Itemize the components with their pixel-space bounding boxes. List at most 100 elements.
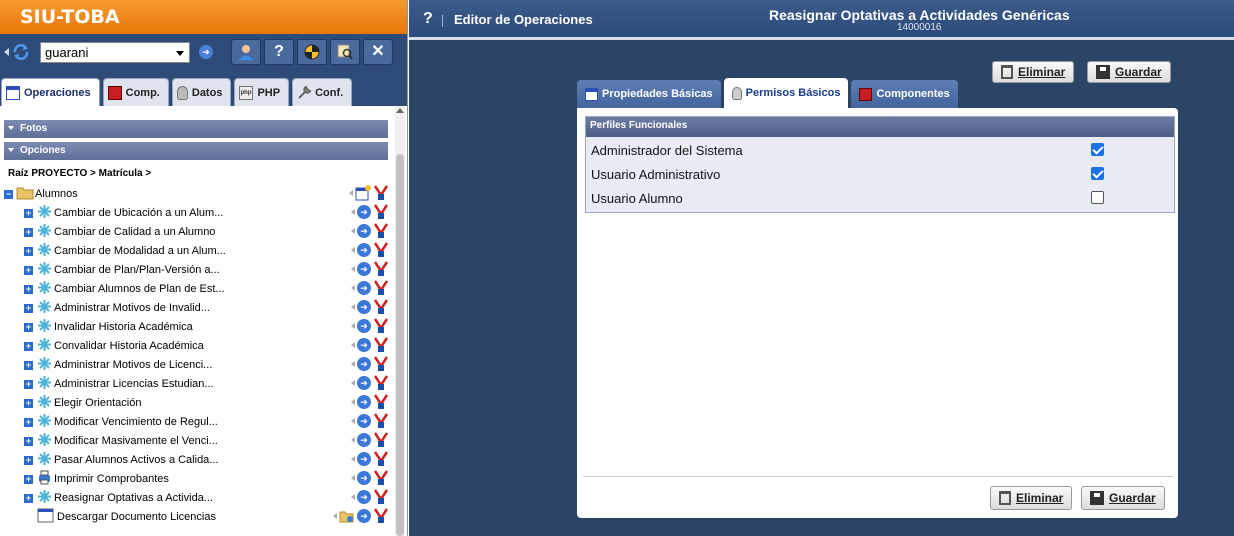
tree-item-row[interactable]: + Cambiar de Calidad a un Alumno ➜	[0, 222, 392, 241]
go-icon[interactable]: ➜	[357, 376, 371, 390]
expand-icon[interactable]: +	[24, 266, 33, 275]
go-icon[interactable]: ➜	[357, 338, 371, 352]
close-button[interactable]: ✕	[363, 39, 393, 65]
go-icon[interactable]: ➜	[357, 281, 371, 295]
move-left-icon[interactable]	[351, 494, 355, 500]
go-icon[interactable]: ➜	[357, 490, 371, 504]
go-icon[interactable]: ➜	[357, 205, 371, 219]
move-left-icon[interactable]	[351, 475, 355, 481]
go-icon[interactable]: ➜	[357, 262, 371, 276]
expand-icon[interactable]: +	[24, 323, 33, 332]
edit-icon[interactable]	[373, 337, 389, 353]
folder-open-icon[interactable]	[339, 508, 355, 524]
move-left-icon[interactable]	[351, 247, 355, 253]
go-icon[interactable]: ➜	[357, 243, 371, 257]
go-icon[interactable]: ➜	[357, 357, 371, 371]
edit-icon[interactable]	[373, 470, 389, 486]
go-icon[interactable]: ➜	[357, 509, 371, 523]
inspect-button[interactable]	[330, 39, 360, 65]
tree-item-row[interactable]: + Pasar Alumnos Activos a Calida... ➜	[0, 450, 392, 469]
move-left-icon[interactable]	[349, 190, 353, 196]
tree-item-row[interactable]: + Administrar Motivos de Licenci... ➜	[0, 355, 392, 374]
expand-icon[interactable]: +	[24, 285, 33, 294]
move-left-icon[interactable]	[351, 209, 355, 215]
expand-icon[interactable]: +	[24, 228, 33, 237]
edit-icon[interactable]	[373, 299, 389, 315]
edit-icon[interactable]	[373, 375, 389, 391]
edit-icon[interactable]	[373, 242, 389, 258]
collapse-arrow-icon[interactable]	[4, 48, 9, 56]
edit-icon[interactable]	[373, 356, 389, 372]
move-left-icon[interactable]	[351, 228, 355, 234]
vertical-scrollbar[interactable]	[395, 106, 405, 536]
new-item-icon[interactable]	[355, 185, 371, 201]
move-left-icon[interactable]	[351, 361, 355, 367]
go-icon[interactable]: ➜	[199, 45, 213, 59]
edit-icon[interactable]	[373, 261, 389, 277]
expand-icon[interactable]: +	[24, 456, 33, 465]
tree-item-row[interactable]: Descargar Documento Licencias ➜	[0, 507, 392, 526]
edit-icon[interactable]	[373, 223, 389, 239]
move-left-icon[interactable]	[351, 437, 355, 443]
edit-icon[interactable]	[373, 451, 389, 467]
help-icon[interactable]: ?	[423, 10, 433, 28]
edit-icon[interactable]	[373, 204, 389, 220]
tab-componentes[interactable]: Componentes	[851, 80, 958, 108]
tab-datos[interactable]: Datos	[171, 78, 232, 106]
scroll-up-icon[interactable]	[396, 108, 404, 113]
go-icon[interactable]: ➜	[357, 300, 371, 314]
expand-icon[interactable]: +	[24, 418, 33, 427]
go-icon[interactable]: ➜	[357, 471, 371, 485]
collapse-icon[interactable]: −	[4, 190, 13, 199]
section-fotos[interactable]: Fotos	[4, 120, 388, 138]
expand-icon[interactable]: +	[24, 494, 33, 503]
edit-icon[interactable]	[373, 280, 389, 296]
tab-conf[interactable]: Conf.	[292, 78, 353, 106]
delete-button-top[interactable]: Eliminar	[992, 61, 1075, 83]
tree-item-row[interactable]: + Cambiar de Modalidad a un Alum... ➜	[0, 241, 392, 260]
save-button-bottom[interactable]: Guardar	[1081, 486, 1165, 510]
go-icon[interactable]: ➜	[357, 452, 371, 466]
expand-icon[interactable]: +	[24, 342, 33, 351]
tab-permisos-basicos[interactable]: Permisos Básicos	[723, 78, 849, 108]
target-button[interactable]	[297, 39, 327, 65]
tree-item-row[interactable]: + Modificar Masivamente el Venci... ➜	[0, 431, 392, 450]
move-left-icon[interactable]	[351, 380, 355, 386]
expand-icon[interactable]: +	[24, 247, 33, 256]
tree-item-row[interactable]: + Reasignar Optativas a Activida... ➜	[0, 488, 392, 507]
move-left-icon[interactable]	[351, 399, 355, 405]
tree-item-row[interactable]: + Administrar Licencias Estudian... ➜	[0, 374, 392, 393]
tree-item-row[interactable]: + Cambiar Alumnos de Plan de Est... ➜	[0, 279, 392, 298]
profile-checkbox[interactable]	[1091, 191, 1104, 204]
tree-item-row[interactable]: + Invalidar Historia Académica ➜	[0, 317, 392, 336]
delete-button-bottom[interactable]: Eliminar	[990, 486, 1073, 510]
project-select[interactable]: guarani	[40, 42, 190, 63]
tree-item-row[interactable]: + Convalidar Historia Académica ➜	[0, 336, 392, 355]
expand-icon[interactable]: +	[24, 304, 33, 313]
tab-comp[interactable]: Comp.	[102, 78, 169, 106]
expand-icon[interactable]: +	[24, 361, 33, 370]
user-button[interactable]	[231, 39, 261, 65]
move-left-icon[interactable]	[351, 418, 355, 424]
edit-icon[interactable]	[373, 489, 389, 505]
scroll-thumb[interactable]	[396, 154, 404, 536]
expand-icon[interactable]: +	[24, 380, 33, 389]
tree-item-row[interactable]: + Cambiar de Plan/Plan-Versión a... ➜	[0, 260, 392, 279]
tree-item-row[interactable]: + Modificar Vencimiento de Regul... ➜	[0, 412, 392, 431]
profile-checkbox[interactable]	[1091, 167, 1104, 180]
tab-propiedades-basicas[interactable]: Propiedades Básicas	[577, 80, 721, 108]
go-icon[interactable]: ➜	[357, 319, 371, 333]
tree-item-row[interactable]: + Cambiar de Ubicación a un Alum... ➜	[0, 203, 392, 222]
move-left-icon[interactable]	[351, 285, 355, 291]
help-button[interactable]: ?	[264, 39, 294, 65]
save-button-top[interactable]: Guardar	[1087, 61, 1171, 83]
sync-icon[interactable]	[12, 43, 30, 61]
tree-root-row[interactable]: − Alumnos	[0, 184, 392, 203]
edit-icon[interactable]	[373, 413, 389, 429]
move-left-icon[interactable]	[351, 304, 355, 310]
edit-icon[interactable]	[373, 394, 389, 410]
move-left-icon[interactable]	[351, 266, 355, 272]
go-icon[interactable]: ➜	[357, 395, 371, 409]
edit-icon[interactable]	[373, 432, 389, 448]
go-icon[interactable]: ➜	[357, 433, 371, 447]
